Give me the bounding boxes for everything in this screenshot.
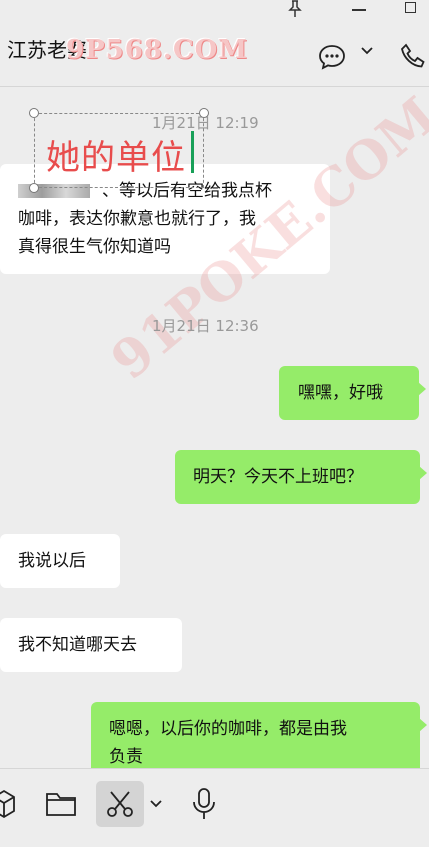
resize-handle[interactable] [29, 108, 39, 118]
maximize-icon[interactable] [405, 2, 416, 13]
timestamp: 1月21日 12:36 [152, 317, 259, 335]
watermark-logo: 9P568.COM [66, 35, 249, 65]
input-toolbar [0, 768, 429, 847]
message-bubble-right[interactable]: 嘿嘿，好哦 [279, 366, 426, 420]
phone-icon[interactable] [398, 42, 428, 72]
pin-icon[interactable] [287, 0, 303, 18]
minimize-icon[interactable] [352, 9, 366, 11]
message-bubble-right[interactable]: 明天？今天不上班吧？ [175, 450, 427, 504]
scissors-icon[interactable] [104, 789, 136, 819]
folder-icon[interactable] [45, 791, 77, 817]
window-titlebar [0, 0, 429, 22]
resize-handle[interactable] [199, 108, 209, 118]
chat-header: 江苏老婆 9P568.COM [0, 22, 429, 87]
resize-handle[interactable] [29, 183, 39, 193]
chevron-down-icon[interactable] [149, 799, 163, 809]
cube-icon[interactable] [0, 789, 16, 819]
text-cursor [191, 131, 194, 173]
microphone-icon[interactable] [191, 787, 217, 821]
message-line: 嗯嗯，以后你的咖啡，都是由我 [109, 719, 347, 739]
message-bubble-left[interactable]: 我说以后 [0, 534, 120, 588]
chat-bubble-icon[interactable] [318, 44, 346, 70]
annotation-text[interactable]: 她的单位 [46, 130, 186, 179]
message-line: 负责 [109, 747, 143, 767]
chevron-down-icon[interactable] [360, 46, 374, 56]
message-bubble-left[interactable]: 我不知道哪天去 [0, 618, 182, 672]
